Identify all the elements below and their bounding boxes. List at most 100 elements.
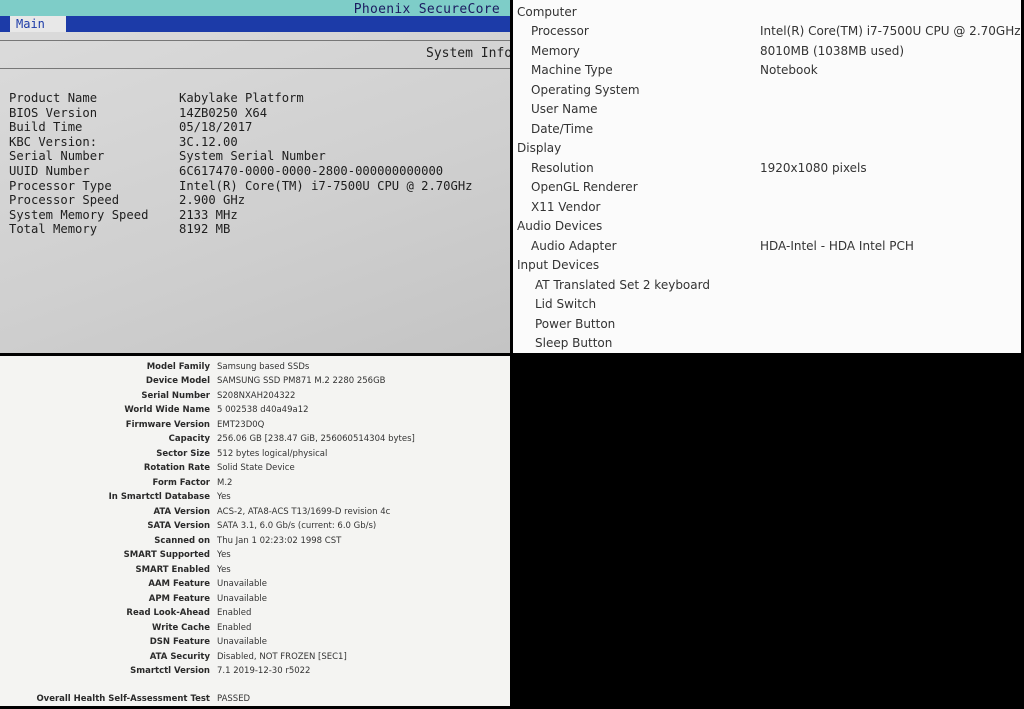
bios-row: UUID Number 6C617470-0000-0000-2800-00000… (9, 164, 473, 179)
smart-label: Rotation Rate (143, 463, 210, 473)
bios-row: Total Memory 8192 MB (9, 222, 473, 237)
smart-value: Unavailable (217, 637, 267, 647)
smart-value: Solid State Device (217, 463, 295, 473)
smart-value: 5 002538 d40a49a12 (217, 405, 309, 415)
smart-value: SATA 3.1, 6.0 Gb/s (current: 6.0 Gb/s) (217, 521, 377, 531)
hw-item-value: Notebook (760, 63, 818, 77)
bios-row: BIOS Version 14ZB0250 X64 (9, 106, 473, 121)
smart-label: Capacity (168, 434, 210, 444)
bios-row-label: System Memory Speed (9, 207, 149, 222)
hw-item-label[interactable]: Memory (531, 44, 580, 58)
hw-category-input-devices[interactable]: Input Devices (517, 258, 599, 272)
hw-item-label[interactable]: AT Translated Set 2 keyboard (535, 278, 710, 292)
bios-row-value: 2133 MHz (179, 207, 238, 222)
bios-row-value: 8192 MB (179, 222, 231, 237)
smart-label: Serial Number (141, 391, 210, 401)
bios-row: KBC Version: 3C.12.00 (9, 135, 473, 150)
hw-item-label[interactable]: Operating System (531, 83, 640, 97)
smart-label: SATA Version (147, 521, 210, 531)
bios-row-label: BIOS Version (9, 105, 98, 120)
smart-value: M.2 (217, 478, 233, 488)
smart-label: APM Feature (148, 594, 210, 604)
bios-tab-bar (0, 16, 510, 32)
smart-label: World Wide Name (124, 405, 210, 415)
bios-row-value: 3C.12.00 (179, 134, 238, 149)
bios-row-value: Intel(R) Core(TM) i7-7500U CPU @ 2.70GHz (179, 178, 473, 193)
smart-value: Enabled (217, 608, 252, 618)
hw-item-label[interactable]: Audio Adapter (531, 239, 617, 253)
hw-item-label[interactable]: Sleep Button (535, 336, 612, 350)
smart-label: SMART Enabled (135, 565, 210, 575)
hw-item-label[interactable]: User Name (531, 102, 598, 116)
smart-value: S208NXAH204322 (217, 391, 296, 401)
hw-item-value: 1920x1080 pixels (760, 161, 867, 175)
bios-row-value: 6C617470-0000-0000-2800-000000000000 (179, 163, 444, 178)
hw-item-label[interactable]: Processor (531, 24, 589, 38)
health-assessment-label: Overall Health Self-Assessment Test (36, 694, 210, 704)
hw-item-label[interactable]: Lid Switch (535, 297, 596, 311)
bios-info-list: Product Name Kabylake Platform BIOS Versi… (9, 91, 473, 237)
smart-value: ACS-2, ATA8-ACS T13/1699-D revision 4c (217, 507, 391, 517)
smart-value: SAMSUNG SSD PM871 M.2 2280 256GB (217, 376, 386, 386)
bios-brand: Phoenix SecureCore (353, 2, 500, 17)
smart-value: Yes (217, 550, 231, 560)
hw-category-display[interactable]: Display (517, 141, 561, 155)
smart-label: Firmware Version (125, 420, 210, 430)
smart-value: Disabled, NOT FROZEN [SEC1] (217, 652, 347, 662)
smart-label: Sector Size (156, 449, 210, 459)
bios-row: System Memory Speed 2133 MHz (9, 208, 473, 223)
hw-item-label[interactable]: Power Button (535, 317, 615, 331)
smart-label: Scanned on (154, 536, 210, 546)
bios-row-label: Total Memory (9, 222, 98, 237)
bios-row: Build Time 05/18/2017 (9, 120, 473, 135)
bios-row: Serial Number System Serial Number (9, 149, 473, 164)
hw-item-label[interactable]: X11 Vendor (531, 200, 600, 214)
smart-value: 512 bytes logical/physical (217, 449, 328, 459)
smart-label: Form Factor (152, 478, 211, 488)
smart-value: Enabled (217, 623, 252, 633)
smart-label: ATA Version (153, 507, 210, 517)
bios-section-title: System Info (426, 46, 510, 61)
hw-item-label[interactable]: Resolution (531, 161, 594, 175)
smart-value: EMT23D0Q (217, 420, 265, 430)
smart-label: Smartctl Version (130, 666, 210, 676)
smart-label: DSN Feature (149, 637, 210, 647)
bios-row-value: System Serial Number (179, 149, 326, 164)
smart-value: 7.1 2019-12-30 r5022 (217, 666, 311, 676)
smart-label: Device Model (145, 376, 210, 386)
smart-label: Write Cache (152, 623, 210, 633)
hw-item-value: 8010MB (1038MB used) (760, 44, 905, 58)
hw-category-computer[interactable]: Computer (517, 5, 577, 19)
bios-row-label: KBC Version: (9, 134, 98, 149)
hw-item-value: HDA-Intel - HDA Intel PCH (760, 239, 914, 253)
health-assessment-status: PASSED (217, 694, 251, 704)
bios-row-label: Processor Type (9, 178, 112, 193)
bios-row-label: Product Name (9, 91, 98, 105)
bios-divider (0, 68, 510, 69)
hw-item-label[interactable]: Machine Type (531, 63, 613, 77)
smart-label: Read Look-Ahead (126, 608, 210, 618)
bios-row: Processor Type Intel(R) Core(TM) i7-7500U… (9, 179, 473, 194)
bios-screen: Phoenix SecureCore Main System Info Prod… (0, 0, 510, 353)
smart-value: Yes (217, 492, 231, 502)
bios-row-value: Kabylake Platform (179, 91, 304, 105)
smart-value: 256.06 GB [238.47 GiB, 256060514304 byte… (217, 434, 415, 444)
tab-main[interactable]: Main (10, 16, 66, 32)
hw-item-label[interactable]: OpenGL Renderer (531, 180, 638, 194)
bios-row-label: Serial Number (9, 149, 105, 164)
smart-label: In Smartctl Database (108, 492, 210, 502)
hw-item-label[interactable]: Date/Time (531, 122, 593, 136)
smart-value: Unavailable (217, 594, 267, 604)
bios-row-label: Processor Speed (9, 193, 120, 208)
smart-value: Unavailable (217, 579, 267, 589)
hw-item-value: Intel(R) Core(TM) i7-7500U CPU @ 2.70GHz (760, 24, 1021, 38)
bios-divider (0, 40, 510, 41)
bios-row-label: UUID Number (9, 163, 90, 178)
bios-row-value: 2.900 GHz (179, 193, 246, 208)
smart-value: Thu Jan 1 02:23:02 1998 CST (217, 536, 342, 546)
bios-row: Processor Speed 2.900 GHz (9, 193, 473, 208)
smart-value: Yes (217, 565, 231, 575)
hw-category-audio-devices[interactable]: Audio Devices (517, 219, 602, 233)
bios-row-value: 14ZB0250 X64 (179, 105, 268, 120)
smart-label: Model Family (146, 362, 210, 372)
